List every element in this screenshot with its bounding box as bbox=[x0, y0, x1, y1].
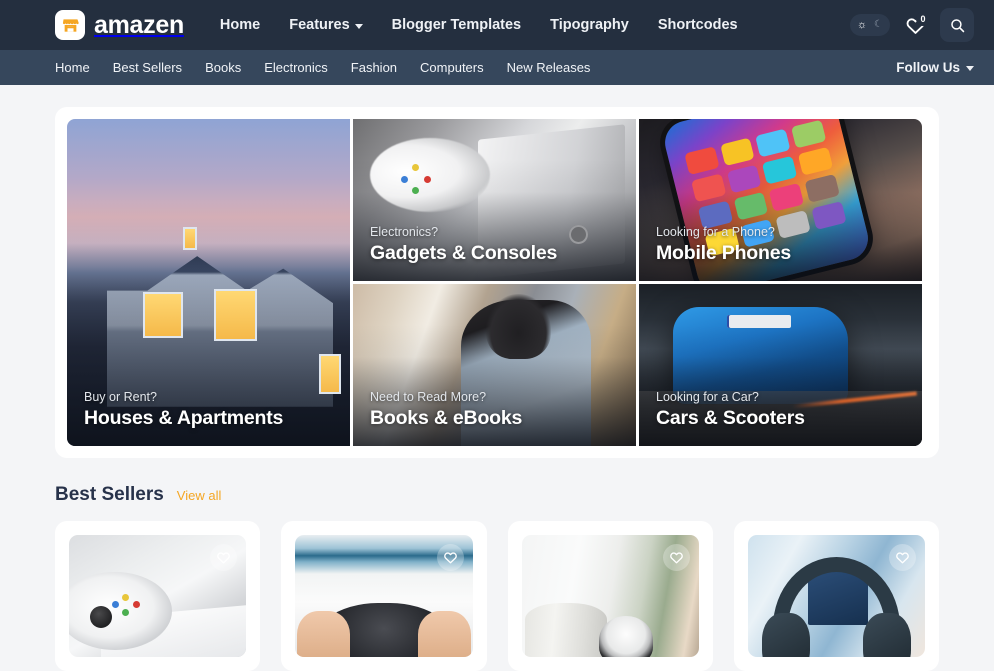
brand-name: amazen bbox=[94, 10, 184, 39]
follow-us-label: Follow Us bbox=[896, 60, 960, 75]
headphone-cup-shape bbox=[761, 613, 810, 657]
follow-us-dropdown[interactable]: Follow Us bbox=[896, 60, 974, 75]
hero-kicker: Buy or Rent? bbox=[84, 390, 157, 404]
header-actions: ☼ ☾ 0 bbox=[849, 8, 974, 42]
view-all-link[interactable]: View all bbox=[177, 488, 222, 503]
hero-caption: Looking for a Car? Cars & Scooters bbox=[656, 390, 805, 430]
primary-nav: Home Features Blogger Templates Tipograp… bbox=[220, 17, 738, 33]
hero-kicker: Electronics? bbox=[370, 225, 439, 239]
product-card[interactable] bbox=[281, 521, 487, 671]
brand-logo[interactable]: amazen bbox=[55, 10, 184, 40]
hero-title: Mobile Phones bbox=[656, 242, 791, 264]
theme-toggle[interactable]: ☼ ☾ bbox=[849, 14, 890, 36]
nav-label: Features bbox=[289, 17, 350, 33]
hero-tile-books[interactable]: Need to Read More? Books & eBooks bbox=[353, 284, 636, 446]
nav-label: Tipography bbox=[550, 17, 629, 33]
hero-title: Gadgets & Consoles bbox=[370, 242, 558, 264]
subnav-item-home[interactable]: Home bbox=[55, 60, 90, 75]
product-card[interactable] bbox=[55, 521, 261, 671]
category-nav: Home Best Sellers Books Electronics Fash… bbox=[0, 50, 994, 85]
product-grid bbox=[55, 521, 939, 671]
wishlist-toggle[interactable] bbox=[210, 544, 238, 571]
heart-outline-icon bbox=[217, 552, 231, 564]
hero-tile-houses[interactable]: Buy or Rent? Houses & Apartments bbox=[67, 119, 350, 446]
category-links: Home Best Sellers Books Electronics Fash… bbox=[55, 60, 590, 75]
hand-shape bbox=[297, 610, 351, 657]
nav-item-home[interactable]: Home bbox=[220, 17, 260, 33]
hero-kicker: Looking for a Car? bbox=[656, 390, 759, 404]
nav-label: Shortcodes bbox=[657, 17, 738, 33]
heart-outline-icon bbox=[669, 552, 683, 564]
search-icon bbox=[950, 18, 964, 32]
wishlist-toggle[interactable] bbox=[889, 544, 916, 571]
subnav-item-fashion[interactable]: Fashion bbox=[351, 60, 397, 75]
speaker-shape bbox=[599, 615, 653, 657]
hero-kicker: Need to Read More? bbox=[370, 390, 487, 404]
sun-icon: ☼ bbox=[856, 18, 868, 31]
controller-shape bbox=[369, 138, 490, 213]
thumbstick-shape bbox=[90, 605, 113, 628]
hero-title: Cars & Scooters bbox=[656, 407, 805, 429]
product-image bbox=[69, 535, 247, 657]
wishlist-toggle[interactable] bbox=[436, 544, 464, 571]
nav-label: Home bbox=[219, 17, 261, 33]
headphone-cup-shape bbox=[862, 613, 911, 657]
product-image bbox=[295, 535, 473, 657]
heart-outline-icon bbox=[896, 552, 909, 564]
product-image bbox=[747, 535, 925, 657]
nav-item-features[interactable]: Features bbox=[289, 17, 363, 33]
hero-kicker: Looking for a Phone? bbox=[656, 225, 775, 239]
speaker-shape bbox=[525, 603, 607, 657]
subnav-item-electronics[interactable]: Electronics bbox=[264, 60, 328, 75]
wishlist-count-badge: 0 bbox=[916, 12, 930, 26]
chevron-down-icon bbox=[354, 23, 363, 29]
hero-tile-cars[interactable]: Looking for a Car? Cars & Scooters bbox=[639, 284, 922, 446]
hero-caption: Electronics? Gadgets & Consoles bbox=[370, 225, 557, 265]
hero-tile-gadgets[interactable]: Electronics? Gadgets & Consoles bbox=[353, 119, 636, 281]
product-image bbox=[521, 535, 699, 657]
product-card[interactable] bbox=[733, 521, 939, 671]
moon-icon: ☾ bbox=[874, 19, 883, 30]
product-card[interactable] bbox=[507, 521, 713, 671]
section-header: Best Sellers View all bbox=[55, 484, 939, 506]
main-header: amazen Home Features Blogger Templates T… bbox=[0, 0, 994, 50]
subnav-item-best-sellers[interactable]: Best Sellers bbox=[113, 60, 182, 75]
hero-category-grid: Buy or Rent? Houses & Apartments Electro… bbox=[55, 107, 939, 458]
search-button[interactable] bbox=[940, 8, 974, 42]
best-sellers-section: Best Sellers View all bbox=[55, 484, 939, 671]
section-title: Best Sellers bbox=[55, 484, 164, 505]
heart-outline-icon bbox=[443, 552, 457, 564]
storefront-icon bbox=[55, 10, 85, 40]
portrait-shape bbox=[486, 293, 552, 359]
chevron-down-icon bbox=[966, 66, 974, 71]
subnav-item-computers[interactable]: Computers bbox=[420, 60, 484, 75]
subnav-item-new-releases[interactable]: New Releases bbox=[507, 60, 591, 75]
wishlist-button[interactable]: 0 bbox=[902, 12, 930, 37]
hero-caption: Buy or Rent? Houses & Apartments bbox=[84, 390, 283, 430]
nav-item-shortcodes[interactable]: Shortcodes bbox=[658, 17, 738, 33]
hero-title: Houses & Apartments bbox=[84, 407, 284, 429]
nav-item-tipography[interactable]: Tipography bbox=[550, 17, 629, 33]
xbox-logo-icon bbox=[569, 225, 588, 244]
wishlist-toggle[interactable] bbox=[662, 544, 690, 571]
page-content: Buy or Rent? Houses & Apartments Electro… bbox=[0, 107, 994, 671]
hero-title: Books & eBooks bbox=[370, 407, 523, 429]
nav-item-blogger-templates[interactable]: Blogger Templates bbox=[392, 17, 521, 33]
hero-caption: Looking for a Phone? Mobile Phones bbox=[656, 225, 791, 265]
license-plate-shape bbox=[726, 314, 791, 328]
nav-label: Blogger Templates bbox=[391, 17, 522, 33]
controller-shape bbox=[69, 571, 172, 650]
hand-shape bbox=[417, 610, 471, 657]
subnav-item-books[interactable]: Books bbox=[205, 60, 241, 75]
hero-tile-mobile-phones[interactable]: Looking for a Phone? Mobile Phones bbox=[639, 119, 922, 281]
hero-caption: Need to Read More? Books & eBooks bbox=[370, 390, 522, 430]
